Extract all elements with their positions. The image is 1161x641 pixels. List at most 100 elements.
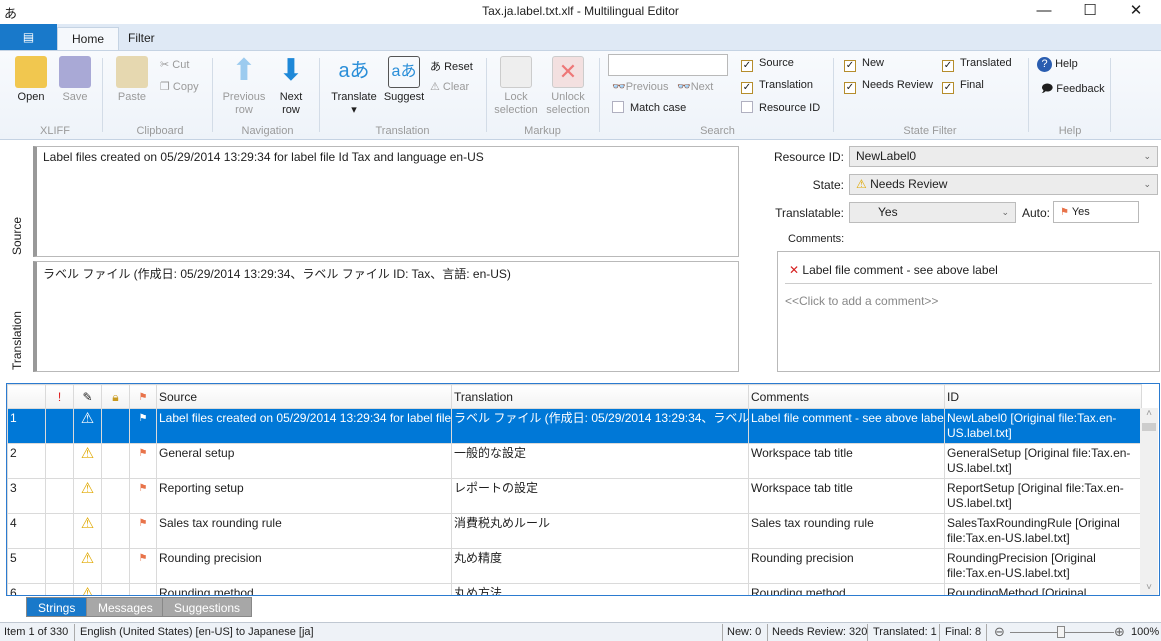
match-case-checkbox[interactable]: Match case [612,101,686,114]
unlock-selection-label: Unlock selection [546,91,590,116]
warning-icon: ⚠ [80,445,95,462]
table-row[interactable]: 6 ⚠ Rounding method 丸め方法 Rounding method Roun… [7,583,1142,595]
scroll-down-icon[interactable]: ˅ [1140,582,1158,593]
search-next-button[interactable]: 👓Next [677,80,713,93]
tab-home[interactable]: Home [57,27,120,50]
column-header-locked[interactable]: 🔒︎ [101,384,130,409]
search-source-checkbox[interactable]: ✓ Source [741,57,794,72]
resource-id-dropdown[interactable]: NewLabel0 ⌄ [849,146,1158,167]
lock-icon: 🔒︎ [112,390,119,404]
filter-translated-checkbox[interactable]: ✓ Translated [942,57,1012,72]
checkmark-icon: ✓ [942,60,954,72]
error-cell [45,408,74,444]
translation-cell: 丸め精度 [451,548,749,584]
search-previous-button[interactable]: 👓Previous [612,80,669,93]
clear-button[interactable]: ⚠ Clear [430,80,469,93]
search-input[interactable] [608,54,728,76]
reset-button[interactable]: あ Reset [430,58,473,74]
next-row-button[interactable]: ⬇ Next row [270,56,312,117]
search-resource-id-checkbox[interactable]: Resource ID [741,101,820,114]
add-comment-placeholder[interactable]: <<Click to add a comment>> [785,294,1159,308]
zoom-slider-thumb[interactable] [1057,626,1065,638]
flag-cell: ⚑ [129,513,157,549]
status-item-count: Item 1 of 330 [4,626,69,638]
warning-icon: ⚠ [80,550,95,567]
comments-label: Comments: [788,233,845,245]
filter-new-label: New [862,57,885,69]
strings-grid: ! ✎ 🔒︎ ⚑ Source Translation Comments ID … [6,383,1160,596]
id-cell: RoundingMethod [Original [944,583,1142,595]
delete-comment-icon[interactable]: ✕ [789,263,799,277]
table-row[interactable]: 2 ⚠ ⚑ General setup 一般的な設定 Workspace tab titl… [7,443,1142,479]
state-cell: ⚠ [73,443,102,479]
zoom-out-icon[interactable]: ⊖ [994,624,1005,640]
feedback-button[interactable]: 🗩 Feedback [1041,80,1105,99]
binoculars-icon: 👓 [612,81,626,93]
tab-messages[interactable]: Messages [86,597,165,617]
filter-new-checkbox[interactable]: ✓ New [844,57,884,72]
column-header-flag[interactable]: ⚑ [129,384,157,409]
checkmark-icon: ✓ [942,82,954,94]
filter-needs-review-checkbox[interactable]: ✓ Needs Review [844,79,933,94]
search-source-label: Source [759,57,794,69]
state-dropdown[interactable]: ⚠ Needs Review ⌄ [849,174,1158,195]
zoom-in-icon[interactable]: ⊕ [1114,624,1125,640]
unlock-document-icon: ✕ [552,56,584,88]
lock-selection-button[interactable]: Lock selection [493,56,539,117]
translatable-dropdown[interactable]: Yes ⌄ [849,202,1016,223]
unlock-selection-button[interactable]: ✕ Unlock selection [544,56,592,117]
checkmark-icon: ✓ [844,82,856,94]
tab-strings[interactable]: Strings [26,597,88,617]
table-row[interactable]: 1 ⚠ ⚑ Label files created on 05/29/2014 13:… [7,408,1142,444]
paste-button[interactable]: Paste [112,56,152,104]
cut-button[interactable]: ✂ Cut [160,58,189,71]
row-number: 2 [7,443,46,479]
scrollbar-thumb[interactable] [1142,423,1156,431]
translation-text-box[interactable]: ラベル ファイル (作成日: 05/29/2014 13:29:34、ラベル フ… [33,261,739,372]
table-row[interactable]: 3 ⚠ ⚑ Reporting setup レポートの設定 Workspace tab t… [7,478,1142,514]
save-button[interactable]: Save [56,56,94,104]
column-header-error[interactable]: ! [45,384,74,409]
scroll-up-icon[interactable]: ˄ [1140,408,1158,419]
source-text-box[interactable]: Label files created on 05/29/2014 13:29:… [33,146,739,257]
comment-item[interactable]: ✕ Label file comment - see above label [789,263,1159,277]
warning-icon: ⚠ [80,515,95,532]
auto-label: Auto: [1022,206,1051,220]
source-cell: Rounding precision [156,548,452,584]
row-number: 6 [7,583,46,595]
copy-button[interactable]: ❐ Copy [160,80,199,93]
maximize-button[interactable]: ☐ [1067,0,1113,24]
filter-final-checkbox[interactable]: ✓ Final [942,79,984,94]
status-needs-review-count: Needs Review: 320 [772,626,868,638]
flag-icon: ⚑ [1060,207,1069,218]
tab-filter[interactable]: Filter [114,27,169,50]
translate-button[interactable]: aあ Translate ▾ [330,56,378,117]
divider [486,58,487,132]
column-header-comments[interactable]: Comments [748,384,945,409]
status-final-count: Final: 8 [945,626,982,638]
table-row[interactable]: 4 ⚠ ⚑ Sales tax rounding rule 消費税丸めルール Sales … [7,513,1142,549]
table-row[interactable]: 5 ⚠ ⚑ Rounding precision 丸め精度 Rounding precis… [7,548,1142,584]
help-button[interactable]: ? Help [1037,57,1078,72]
reset-label: Reset [444,61,473,73]
suggest-button[interactable]: aあ Suggest [382,56,426,104]
search-previous-label: Previous [625,81,669,93]
flag-cell: ⚑ [129,478,157,514]
warning-icon: ⚠ [856,177,867,191]
open-button[interactable]: Open [12,56,50,104]
tab-suggestions[interactable]: Suggestions [162,597,253,617]
search-translation-checkbox[interactable]: ✓ Translation [741,79,813,94]
column-header-id[interactable]: ID [944,384,1142,409]
flag-icon: ⚑ [138,553,148,564]
grid-vertical-scrollbar[interactable]: ˄ ˅ [1140,408,1158,595]
minimize-button[interactable]: — [1021,0,1067,24]
column-header-source[interactable]: Source [156,384,452,409]
lock-cell [101,583,130,595]
column-header-edited[interactable]: ✎ [73,384,102,409]
close-button[interactable]: ✕ [1113,0,1159,24]
file-menu-button[interactable]: ▤ [0,24,57,50]
filter-needs-review-label: Needs Review [862,79,933,91]
divider [212,58,213,132]
previous-row-button[interactable]: ⬆ Previous row [220,56,268,117]
column-header-translation[interactable]: Translation [451,384,749,409]
